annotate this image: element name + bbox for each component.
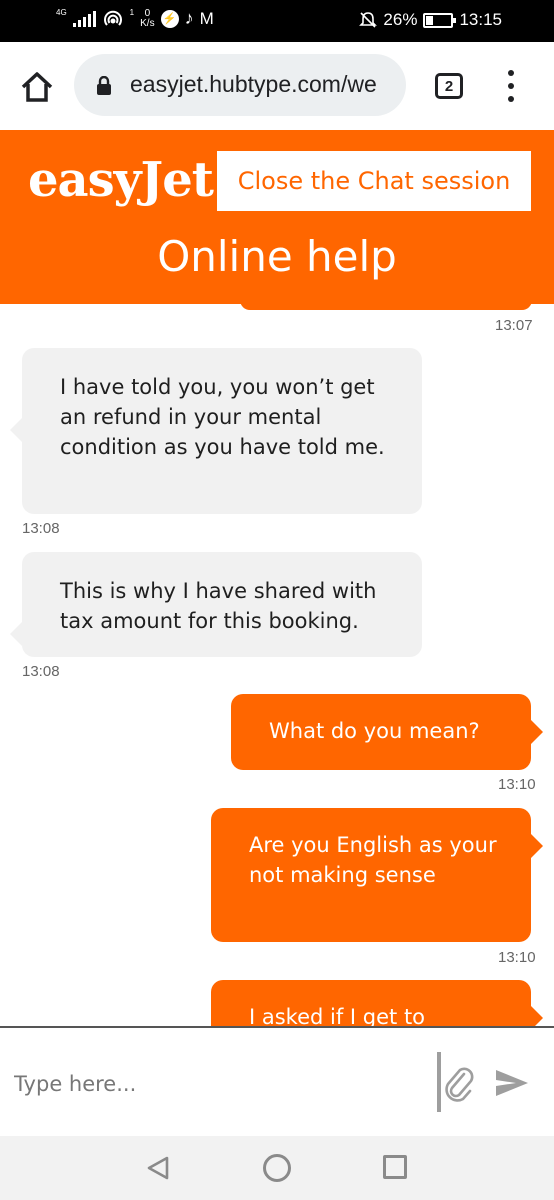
- mute-bell-icon: [359, 12, 378, 28]
- signal-icon: [72, 10, 96, 27]
- clock: 13:15: [459, 10, 502, 29]
- send-icon[interactable]: [494, 1068, 530, 1098]
- gmail-icon: M: [199, 8, 214, 28]
- message-time: 13:10: [498, 776, 536, 793]
- close-chat-button[interactable]: Close the Chat session: [217, 151, 531, 211]
- message-text: What do you mean?: [269, 719, 480, 743]
- message-text: I have told you, you won’t get an refund…: [60, 375, 385, 459]
- lock-icon: [97, 76, 111, 95]
- message-input[interactable]: [14, 1064, 414, 1104]
- circle-home-icon[interactable]: [263, 1154, 291, 1182]
- user-message-bubble: What do you mean?: [231, 694, 543, 770]
- chat-input-bar: [0, 1026, 554, 1136]
- message-time: 13:08: [22, 663, 60, 680]
- bot-message-bubble: This is why I have shared with tax amoun…: [10, 552, 422, 657]
- chat-messages[interactable]: 13:07 I have told you, you won’t get an …: [0, 304, 554, 1026]
- paperclip-icon[interactable]: [442, 1064, 476, 1104]
- message-text: I asked if I get to: [249, 1005, 426, 1026]
- tiktok-icon: ♪: [184, 8, 194, 28]
- browser-toolbar: easyjet.hubtype.com/we 2: [0, 42, 554, 130]
- address-bar[interactable]: easyjet.hubtype.com/we: [74, 54, 406, 116]
- square-recent-icon[interactable]: [383, 1155, 407, 1179]
- input-divider: [437, 1052, 441, 1112]
- message-time: 13:07: [495, 317, 533, 334]
- user-message-bubble: Are you English as your not making sense: [211, 808, 543, 942]
- message-text: Are you English as your not making sense: [249, 833, 497, 887]
- sim-indicator: 1: [129, 7, 135, 17]
- speed-value: 0: [144, 7, 151, 19]
- message-text: This is why I have shared with tax amoun…: [60, 579, 377, 633]
- more-vert-icon[interactable]: [505, 70, 517, 102]
- bot-message-bubble: [228, 304, 532, 378]
- status-left: 4G 1 0 K/s ⚡ ♪ M: [56, 8, 214, 29]
- screen: 4G 1 0 K/s ⚡ ♪ M 26% 13:15 easyjet.hubty…: [0, 0, 554, 1200]
- status-bar: 4G 1 0 K/s ⚡ ♪ M 26% 13:15: [0, 0, 554, 42]
- triangle-back-icon[interactable]: [146, 1156, 170, 1180]
- url-text[interactable]: easyjet.hubtype.com/we: [130, 71, 396, 101]
- status-right: 26% 13:15: [359, 10, 502, 30]
- easyjet-logo: easyJet: [28, 152, 214, 208]
- home-icon[interactable]: [20, 70, 54, 104]
- battery-percent: 26%: [383, 10, 418, 29]
- network-type: 4G: [56, 7, 67, 17]
- battery-icon: [423, 12, 457, 28]
- page-title: Online help: [157, 232, 397, 281]
- system-nav-bar: [0, 1136, 554, 1200]
- messenger-icon: ⚡: [160, 9, 179, 28]
- network-speed: 0 K/s: [140, 7, 155, 29]
- user-message-bubble: I asked if I get to: [211, 980, 543, 1026]
- chat-header: easyJet Close the Chat session Online he…: [0, 130, 554, 304]
- message-time: 13:08: [22, 520, 60, 537]
- bot-message-bubble: I have told you, you won’t get an refund…: [10, 348, 422, 514]
- tab-switcher-button[interactable]: 2: [435, 73, 463, 99]
- speed-unit: K/s: [140, 17, 155, 29]
- message-time: 13:10: [498, 949, 536, 966]
- hotspot-icon: [103, 10, 122, 26]
